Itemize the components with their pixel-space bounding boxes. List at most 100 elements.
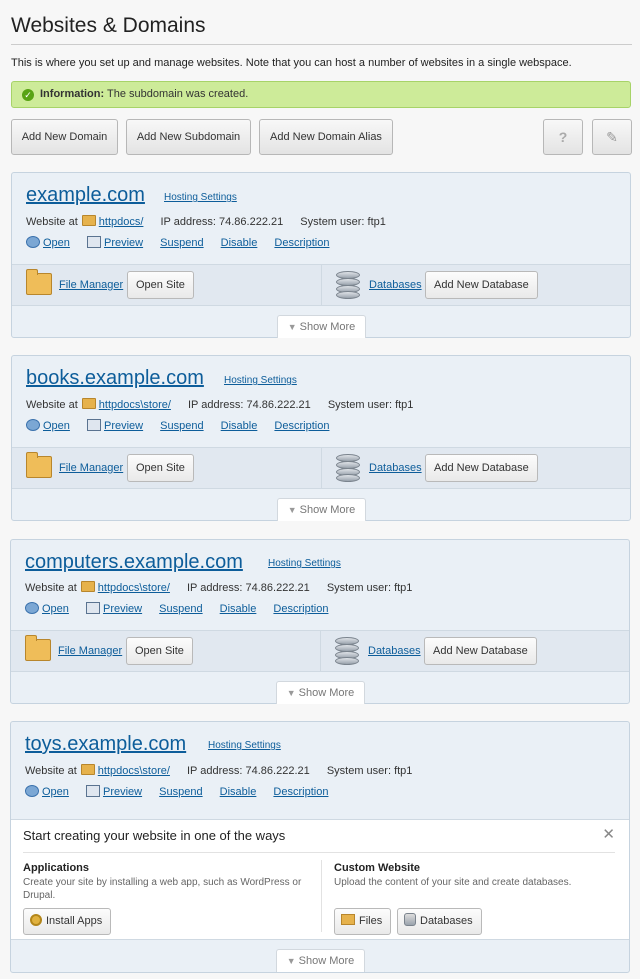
databases-link[interactable]: Databases [369,462,422,474]
preview-icon [85,785,100,797]
ip-value: 74.86.222.21 [219,216,284,228]
suspend-link[interactable]: Suspend [159,786,202,798]
ip-value: 74.86.222.21 [246,399,311,411]
show-more-label: Show More [299,504,356,516]
settings-button[interactable]: ✎ [592,119,632,155]
hosting-settings-link[interactable]: Hosting Settings [268,558,341,569]
domain-name-link[interactable]: computers.example.com [25,551,243,574]
files-label: Files [359,915,383,927]
hosting-settings-link[interactable]: Hosting Settings [208,740,281,751]
disable-link[interactable]: Disable [220,603,257,615]
description-link[interactable]: Description [273,786,328,798]
domain-tools: File Manager Open Site Databases Add New… [12,264,630,306]
hosting-settings-link[interactable]: Hosting Settings [164,192,237,203]
system-user-value: ftp1 [367,216,386,228]
ip-label: IP address: [187,765,243,777]
add-new-domain-button[interactable]: Add New Domain [11,119,118,155]
preview-link[interactable]: Preview [103,786,142,798]
suspend-link[interactable]: Suspend [160,237,203,249]
file-manager-link[interactable]: File Manager [59,462,123,474]
open-link[interactable]: Open [43,237,70,249]
open-link[interactable]: Open [42,603,69,615]
info-message-label: Information: [40,88,105,100]
close-icon[interactable]: ✕ [602,825,615,843]
domain-card: toys.example.com Hosting Settings Websit… [10,721,630,973]
info-message: ✓ Information: The subdomain was created… [11,81,631,108]
folder-icon [26,269,52,295]
document-root-link[interactable]: httpdocs\store/ [99,399,171,411]
database-icon [404,913,416,926]
system-user-label: System user: [326,765,391,777]
check-icon: ✓ [22,89,34,101]
install-apps-button[interactable]: Install Apps [23,908,112,935]
start-panel-divider [23,852,615,853]
preview-icon [85,602,100,614]
document-root-link[interactable]: httpdocs\store/ [98,765,170,777]
column-divider [321,860,322,932]
open-link[interactable]: Open [42,786,69,798]
open-link[interactable]: Open [43,420,70,432]
disable-link[interactable]: Disable [220,786,257,798]
add-new-database-button[interactable]: Add New Database [424,637,537,665]
add-new-domain-alias-button[interactable]: Add New Domain Alias [259,119,393,155]
file-manager-link[interactable]: File Manager [58,645,122,657]
ip-label: IP address: [160,216,216,228]
files-button[interactable]: Files [334,908,392,935]
help-button[interactable]: ? [543,119,583,155]
databases-button[interactable]: Databases [397,908,482,935]
preview-link[interactable]: Preview [103,603,142,615]
databases-link[interactable]: Databases [369,279,422,291]
domain-name-link[interactable]: books.example.com [26,367,204,390]
start-creating-panel: Start creating your website in one of th… [11,819,629,940]
domain-actions: Open Preview Suspend Disable Description [26,419,343,432]
chevron-down-icon: ▼ [287,322,297,332]
hosting-settings-link[interactable]: Hosting Settings [224,375,297,386]
domain-name-link[interactable]: example.com [26,184,145,207]
suspend-link[interactable]: Suspend [159,603,202,615]
folder-icon [81,215,96,226]
website-info: Website at httpdocs/ IP address: 74.86.22… [26,215,386,228]
add-new-database-button[interactable]: Add New Database [425,271,538,299]
disable-link[interactable]: Disable [221,420,258,432]
folder-icon [25,635,51,661]
domain-tools: File Manager Open Site Databases Add New… [11,630,629,672]
ip-label: IP address: [188,399,244,411]
system-user-value: ftp1 [395,399,414,411]
show-more-button[interactable]: ▼ Show More [277,315,366,338]
show-more-button[interactable]: ▼ Show More [277,498,366,521]
description-link[interactable]: Description [274,237,329,249]
document-root-link[interactable]: httpdocs\store/ [98,582,170,594]
add-new-database-button[interactable]: Add New Database [425,454,538,482]
open-site-button[interactable]: Open Site [126,637,193,665]
chevron-down-icon: ▼ [286,956,296,966]
start-panel-title: Start creating your website in one of th… [23,828,286,843]
folder-icon [81,398,96,409]
website-info: Website at httpdocs\store/ IP address: 74… [26,398,413,411]
preview-icon [86,419,101,431]
preview-icon [86,236,101,248]
description-link[interactable]: Description [274,420,329,432]
show-more-button[interactable]: ▼ Show More [276,949,365,972]
description-link[interactable]: Description [273,603,328,615]
disable-link[interactable]: Disable [221,237,258,249]
domain-actions: Open Preview Suspend Disable Description [25,785,342,798]
globe-icon [26,236,40,248]
databases-link[interactable]: Databases [368,645,421,657]
preview-link[interactable]: Preview [104,237,143,249]
add-new-subdomain-button[interactable]: Add New Subdomain [126,119,251,155]
domain-tools: File Manager Open Site Databases Add New… [12,447,630,489]
open-site-button[interactable]: Open Site [127,454,194,482]
domain-name-link[interactable]: toys.example.com [25,733,186,756]
open-site-button[interactable]: Open Site [127,271,194,299]
system-user-label: System user: [300,216,365,228]
domain-actions: Open Preview Suspend Disable Description [26,236,343,249]
preview-link[interactable]: Preview [104,420,143,432]
suspend-link[interactable]: Suspend [160,420,203,432]
file-manager-link[interactable]: File Manager [59,279,123,291]
show-more-button[interactable]: ▼ Show More [276,681,365,704]
page-title: Websites & Domains [11,14,206,37]
custom-website-description: Upload the content of your site and crea… [334,877,572,888]
document-root-link[interactable]: httpdocs/ [99,216,144,228]
show-more-label: Show More [298,955,355,967]
folder-icon [80,581,95,592]
